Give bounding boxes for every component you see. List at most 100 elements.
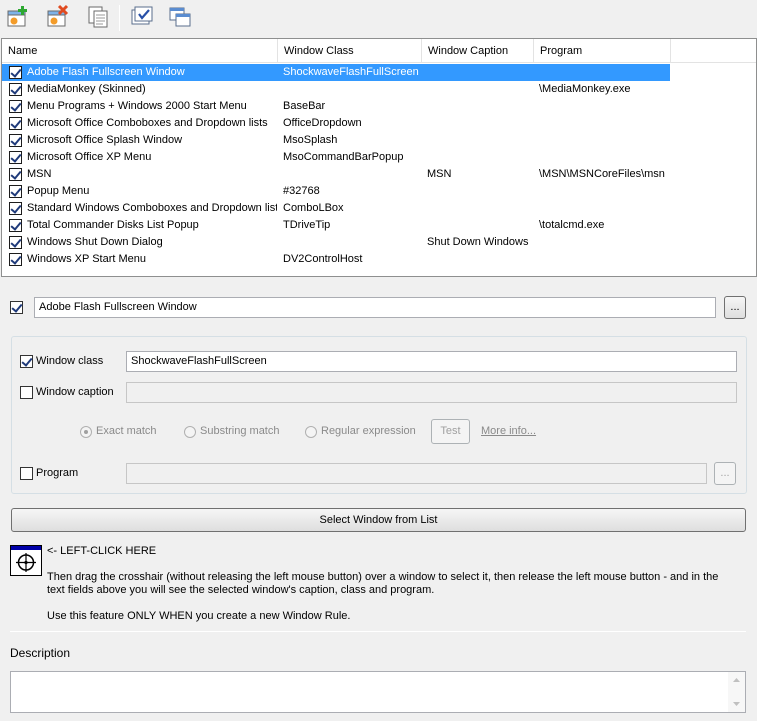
crosshair-target[interactable] xyxy=(10,545,42,576)
list-item-name: Microsoft Office XP Menu xyxy=(27,151,152,163)
list-header: Name Window Class Window Caption Program xyxy=(2,39,756,63)
list-item[interactable]: Standard Windows Comboboxes and Dropdown… xyxy=(2,200,670,217)
crosshair-icon xyxy=(16,553,36,572)
check-list-icon xyxy=(131,6,153,25)
substring-match-radio[interactable] xyxy=(184,426,196,438)
list-item-window-caption: Shut Down Windows xyxy=(427,236,529,248)
list-item-program xyxy=(539,251,670,268)
list-item[interactable]: Menu Programs + Windows 2000 Start Menu B… xyxy=(2,98,670,115)
rule-browse-button[interactable]: ... xyxy=(724,296,746,319)
list-item-checkbox[interactable] xyxy=(9,168,22,181)
list-item-checkbox[interactable] xyxy=(9,134,22,147)
regex-match-radio[interactable] xyxy=(305,426,317,438)
substring-match-label: Substring match xyxy=(200,425,280,437)
scroll-up-icon xyxy=(733,678,740,682)
list-item[interactable]: Windows XP Start Menu DV2ControlHost xyxy=(2,251,670,268)
list-item-name: Adobe Flash Fullscreen Window xyxy=(27,66,185,78)
window-caption-input[interactable] xyxy=(126,382,737,403)
list-item-program: \MediaMonkey.exe xyxy=(539,83,631,95)
list-item-window-caption xyxy=(427,217,533,234)
window-caption-checkbox[interactable] xyxy=(20,386,33,399)
description-scrollbar[interactable] xyxy=(728,672,745,712)
test-button[interactable]: Test xyxy=(431,419,470,444)
list-item-program: \MSN\MSNCoreFiles\msn xyxy=(539,168,665,180)
list-item-window-caption xyxy=(427,115,533,132)
list-item-program xyxy=(539,115,670,132)
list-item-window-class xyxy=(283,81,421,98)
list-item[interactable]: MediaMonkey (Skinned) \MediaMonkey.exe xyxy=(2,81,670,98)
list-item[interactable]: Microsoft Office Comboboxes and Dropdown… xyxy=(2,115,670,132)
list-item[interactable]: Microsoft Office XP Menu MsoCommandBarPop… xyxy=(2,149,670,166)
list-item-window-class: TDriveTip xyxy=(283,219,331,231)
window-class-input[interactable]: ShockwaveFlashFullScreen xyxy=(126,351,737,372)
add-rule-button[interactable] xyxy=(4,3,32,31)
list-item-window-caption xyxy=(427,132,533,149)
list-item-program xyxy=(539,200,670,217)
list-item-window-caption xyxy=(427,81,533,98)
list-item-checkbox[interactable] xyxy=(9,151,22,164)
list-item-window-class: ComboLBox xyxy=(283,202,344,214)
window-class-checkbox[interactable] xyxy=(20,355,33,368)
list-item-program xyxy=(539,183,670,200)
list-item-program xyxy=(539,132,670,149)
add-window-icon xyxy=(7,6,27,27)
column-program[interactable]: Program xyxy=(534,39,671,63)
list-item-checkbox[interactable] xyxy=(9,253,22,266)
list-item-window-class: BaseBar xyxy=(283,100,326,112)
cascade-windows-icon xyxy=(169,7,191,27)
rule-name-input[interactable]: Adobe Flash Fullscreen Window xyxy=(34,297,716,318)
list-item-checkbox[interactable] xyxy=(9,117,22,130)
list-item-name: MediaMonkey (Skinned) xyxy=(27,83,146,95)
program-label: Program xyxy=(36,467,79,479)
description-label: Description xyxy=(10,646,71,660)
delete-window-icon xyxy=(47,4,69,27)
column-window-class[interactable]: Window Class xyxy=(278,39,422,63)
list-item-checkbox[interactable] xyxy=(9,100,22,113)
scroll-down-icon xyxy=(733,702,740,706)
rules-list[interactable]: Name Window Class Window Caption Program… xyxy=(1,38,757,277)
list-item[interactable]: Windows Shut Down Dialog Shut Down Window… xyxy=(2,234,670,251)
list-item-checkbox[interactable] xyxy=(9,66,22,79)
list-item[interactable]: Popup Menu #32768 xyxy=(2,183,670,200)
list-item-name: Total Commander Disks List Popup xyxy=(27,219,199,231)
program-browse-button[interactable]: ... xyxy=(714,462,736,485)
description-textarea[interactable] xyxy=(10,671,746,713)
list-item-checkbox[interactable] xyxy=(9,236,22,249)
toolbar-separator xyxy=(119,5,120,31)
list-item[interactable]: MSN MSN \MSN\MSNCoreFiles\msn xyxy=(2,166,670,183)
list-item-checkbox[interactable] xyxy=(9,202,22,215)
list-item[interactable]: Adobe Flash Fullscreen Window ShockwaveFl… xyxy=(2,64,670,81)
more-info-link[interactable]: More info... xyxy=(481,425,536,437)
list-item-checkbox[interactable] xyxy=(9,219,22,232)
program-input[interactable] xyxy=(126,463,707,484)
list-item-checkbox[interactable] xyxy=(9,83,22,96)
copy-icon xyxy=(88,6,108,28)
list-item-window-caption xyxy=(427,149,533,166)
column-window-caption[interactable]: Window Caption xyxy=(422,39,534,63)
check-all-button[interactable] xyxy=(128,3,156,31)
select-window-button[interactable]: Select Window from List xyxy=(11,508,746,532)
list-item-window-class xyxy=(283,234,421,251)
list-item-window-class: DV2ControlHost xyxy=(283,253,363,265)
list-item-window-class: ShockwaveFlashFullScreen xyxy=(283,66,419,78)
list-item-checkbox[interactable] xyxy=(9,185,22,198)
delete-rule-button[interactable] xyxy=(44,3,72,31)
cascade-windows-button[interactable] xyxy=(166,3,194,31)
list-item-program xyxy=(539,98,670,115)
exact-match-label: Exact match xyxy=(96,425,157,437)
list-item[interactable]: Microsoft Office Splash Window MsoSplash xyxy=(2,132,670,149)
list-item-program xyxy=(539,234,670,251)
list-item-window-class: OfficeDropdown xyxy=(283,117,362,129)
copy-rule-button[interactable] xyxy=(84,3,112,31)
program-checkbox[interactable] xyxy=(20,467,33,480)
rule-enabled-checkbox[interactable] xyxy=(10,301,23,314)
exact-match-radio[interactable] xyxy=(80,426,92,438)
window-caption-label: Window caption xyxy=(36,386,114,398)
list-item-name: Standard Windows Comboboxes and Dropdown… xyxy=(27,202,277,214)
list-item-name: Windows Shut Down Dialog xyxy=(27,236,163,248)
column-name[interactable]: Name xyxy=(2,39,278,63)
regex-match-label: Regular expression xyxy=(321,425,416,437)
crosshair-instructions: Then drag the crosshair (without releasi… xyxy=(47,571,719,596)
list-item[interactable]: Total Commander Disks List Popup TDriveTi… xyxy=(2,217,670,234)
crosshair-heading: <- LEFT-CLICK HERE xyxy=(47,545,157,557)
